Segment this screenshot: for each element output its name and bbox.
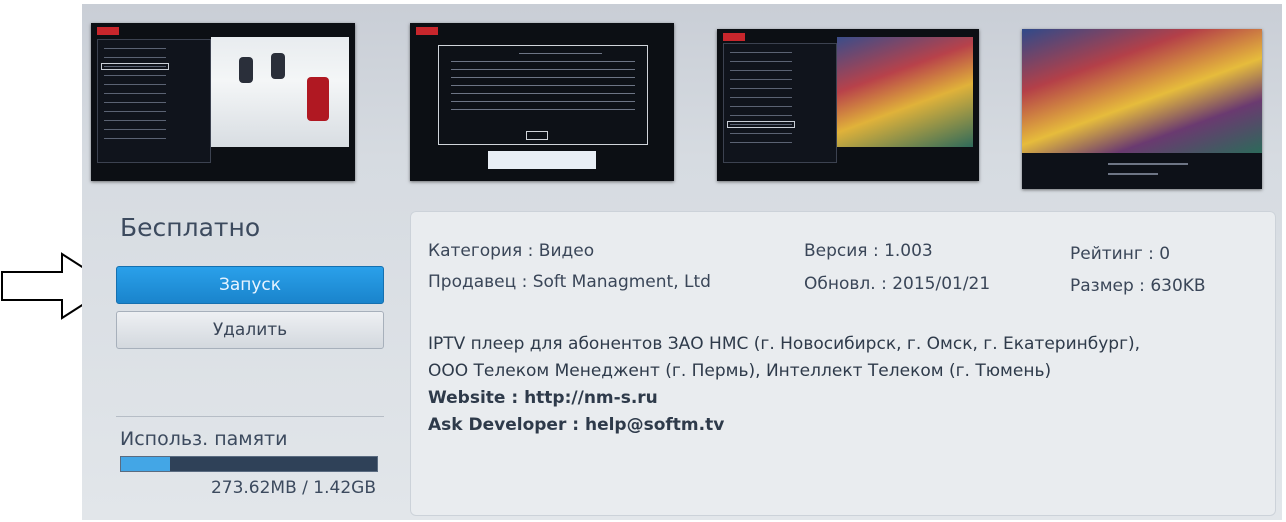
app-logo-icon bbox=[723, 33, 745, 41]
category-field: Категория : Видео bbox=[428, 241, 595, 261]
rating-field: Рейтинг : 0 bbox=[1070, 244, 1171, 264]
size-field: Размер : 630KB bbox=[1070, 276, 1206, 296]
description-line-1: IPTV плеер для абонентов ЗАО НМС (г. Нов… bbox=[428, 334, 1141, 354]
partner-logos bbox=[488, 151, 596, 169]
tv-show-video-frame bbox=[837, 37, 973, 147]
version-field: Версия : 1.003 bbox=[804, 241, 933, 261]
app-logo-icon bbox=[416, 27, 438, 35]
screenshot-thumbnail-3[interactable] bbox=[717, 29, 979, 181]
memory-usage-value: 273.62MB / 1.42GB bbox=[210, 478, 376, 498]
channel-menu bbox=[723, 43, 837, 163]
website-link[interactable]: Website : http://nm-s.ru bbox=[428, 385, 1268, 412]
screenshot-thumbnail-2[interactable] bbox=[410, 23, 674, 181]
memory-usage-label: Использ. памяти bbox=[120, 428, 288, 450]
developer-contact[interactable]: Ask Developer : help@softm.tv bbox=[428, 412, 1268, 439]
screenshot-thumbnail-4[interactable] bbox=[1022, 29, 1262, 189]
channel-menu bbox=[97, 39, 211, 163]
memory-usage-bar bbox=[120, 456, 378, 472]
seller-field: Продавец : Soft Managment, Ltd bbox=[428, 272, 711, 292]
delete-button[interactable]: Удалить bbox=[116, 311, 384, 349]
description-line-2: ООО Телеком Менеджент (г. Пермь), Интелл… bbox=[428, 361, 1052, 381]
price-label: Бесплатно bbox=[120, 213, 261, 242]
dialog-ok-button bbox=[526, 131, 548, 140]
welcome-dialog bbox=[438, 45, 648, 145]
app-info-panel: Категория : Видео Продавец : Soft Managm… bbox=[410, 211, 1276, 516]
app-description: IPTV плеер для абонентов ЗАО НМС (г. Нов… bbox=[428, 331, 1268, 439]
tv-screen: Бесплатно Запуск Удалить Использ. памяти… bbox=[82, 4, 1282, 520]
hockey-video-frame bbox=[211, 37, 349, 147]
tv-show-fullscreen-frame bbox=[1022, 29, 1262, 153]
memory-usage-fill bbox=[121, 457, 170, 471]
updated-field: Обновл. : 2015/01/21 bbox=[804, 274, 991, 294]
program-info-bar bbox=[1022, 153, 1262, 189]
launch-button[interactable]: Запуск bbox=[116, 266, 384, 304]
screenshot-thumbnail-1[interactable] bbox=[91, 23, 355, 181]
app-logo-icon bbox=[97, 27, 119, 35]
divider bbox=[116, 416, 384, 417]
